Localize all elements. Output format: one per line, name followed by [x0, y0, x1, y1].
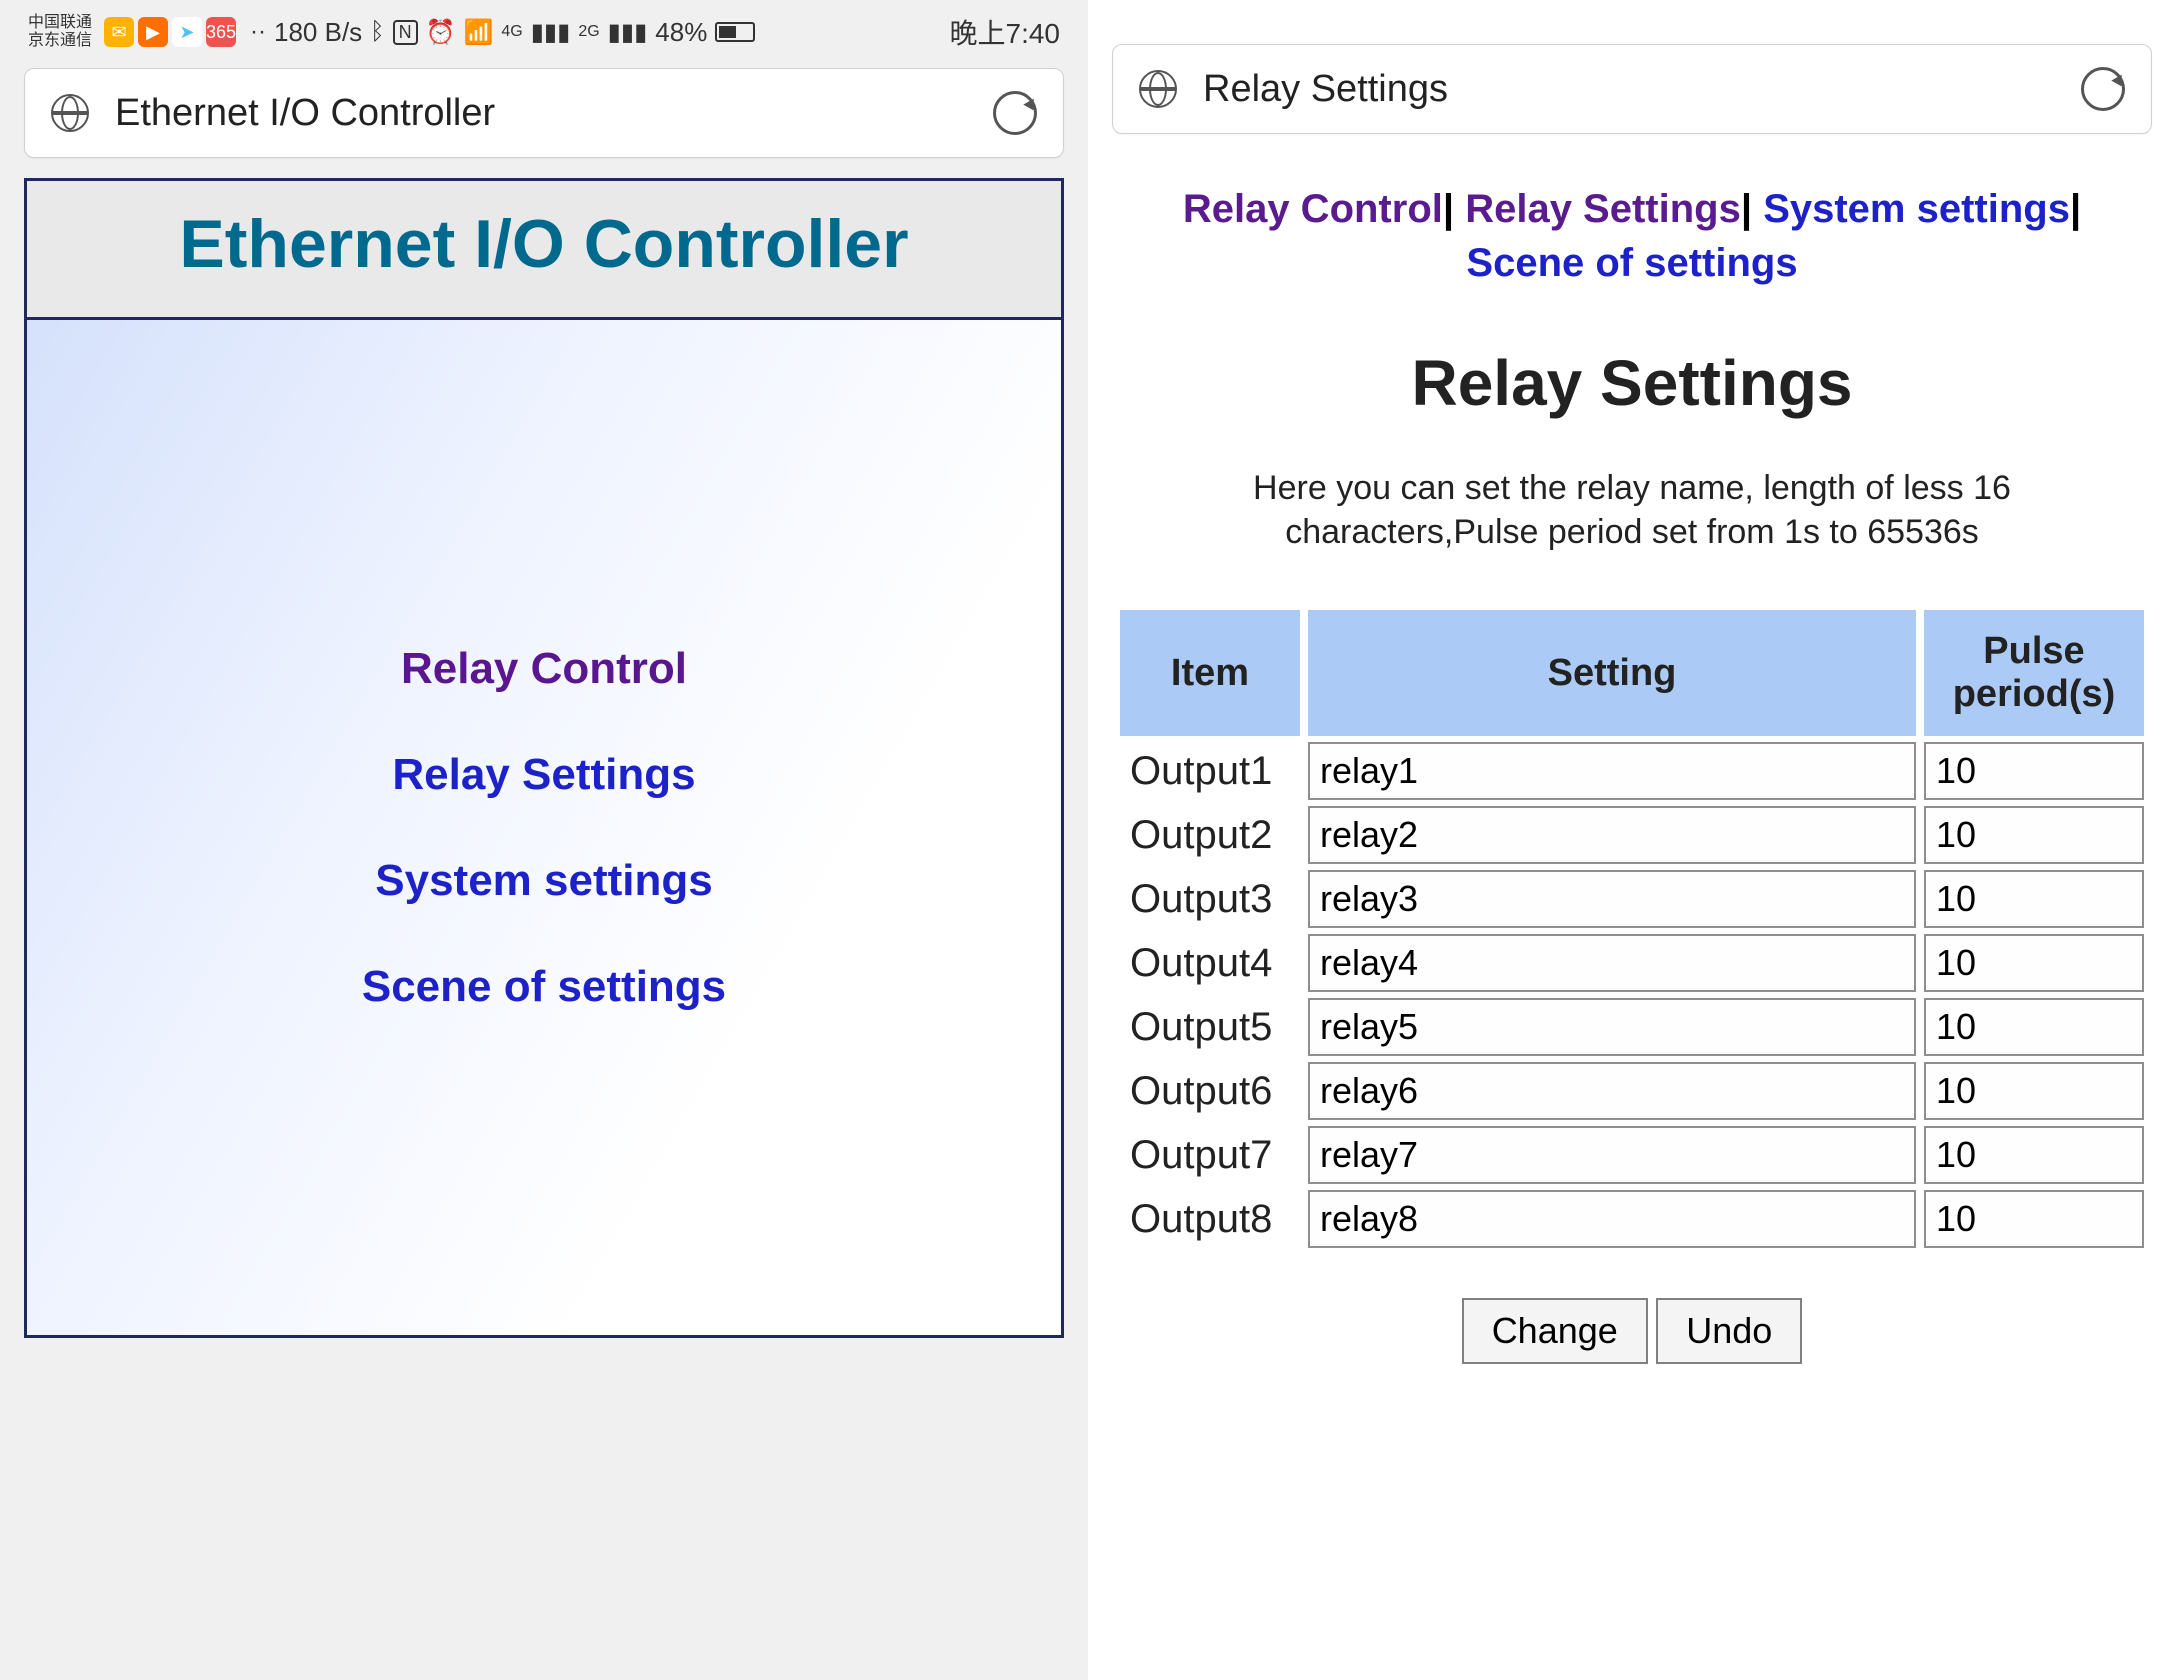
status-bar: 中国联通 京东通信 ✉ ▶ ➤ 365 ·· 180 B/s ᛒ N ⏰ 📶 4… [24, 10, 1064, 54]
col-item: Item [1120, 610, 1300, 736]
nfc-icon: N [393, 20, 418, 45]
col-pulse: Pulse period(s) [1924, 610, 2144, 736]
crumb-scene-settings[interactable]: Scene of settings [1466, 241, 1797, 285]
address-title-left: Ethernet I/O Controller [115, 92, 993, 135]
table-row: Output8 [1120, 1190, 2144, 1248]
table-row: Output6 [1120, 1062, 2144, 1120]
table-row: Output1 [1120, 742, 2144, 800]
pulse-period-input[interactable] [1924, 742, 2144, 800]
home-nav: Relay Control Relay Settings System sett… [27, 320, 1061, 1335]
crumb-relay-control[interactable]: Relay Control [1183, 187, 1443, 231]
nav-scene-settings[interactable]: Scene of settings [362, 962, 726, 1012]
relay-name-input[interactable] [1308, 1062, 1916, 1120]
breadcrumb-nav: Relay Control| Relay Settings| System se… [1112, 134, 2152, 290]
output-label: Output3 [1120, 870, 1300, 928]
relay-settings-table: Item Setting Pulse period(s) Output1 Outp… [1112, 604, 2152, 1254]
play-icon: ▶ [138, 17, 168, 47]
relay-name-input[interactable] [1308, 870, 1916, 928]
network-speed: 180 B/s [274, 17, 362, 48]
bluetooth-icon: ᛒ [370, 18, 384, 46]
table-row: Output7 [1120, 1126, 2144, 1184]
nav-sep: | [1443, 187, 1454, 231]
battery-text: 48% [655, 17, 707, 48]
alarm-icon: ⏰ [426, 18, 456, 47]
more-icon: ·· [250, 18, 266, 46]
undo-button[interactable]: Undo [1656, 1298, 1802, 1364]
carrier-2: 京东通信 [28, 32, 92, 50]
status-indicators: ·· 180 B/s ᛒ N ⏰ 📶 4G ▮▮▮ 2G ▮▮▮ 48% [250, 17, 941, 48]
output-label: Output7 [1120, 1126, 1300, 1184]
relay-name-input[interactable] [1308, 934, 1916, 992]
status-carriers: 中国联通 京东通信 [28, 14, 92, 50]
signal-2g: 2G [578, 23, 599, 41]
right-pane: Relay Settings Relay Control| Relay Sett… [1088, 0, 2176, 1680]
nav-relay-control[interactable]: Relay Control [401, 644, 687, 694]
relay-name-input[interactable] [1308, 806, 1916, 864]
carrier-1: 中国联通 [28, 14, 92, 32]
signal-bars-2-icon: ▮▮▮ [608, 18, 648, 47]
col-setting: Setting [1308, 610, 1916, 736]
form-buttons: Change Undo [1112, 1298, 2152, 1364]
table-row: Output2 [1120, 806, 2144, 864]
address-bar-right[interactable]: Relay Settings [1112, 44, 2152, 134]
nav-sep: | [1741, 187, 1752, 231]
pulse-period-input[interactable] [1924, 870, 2144, 928]
output-label: Output5 [1120, 998, 1300, 1056]
crumb-relay-settings[interactable]: Relay Settings [1465, 187, 1741, 231]
address-bar-left[interactable]: Ethernet I/O Controller [24, 68, 1064, 158]
pulse-period-input[interactable] [1924, 934, 2144, 992]
relay-name-input[interactable] [1308, 742, 1916, 800]
address-title-right: Relay Settings [1203, 68, 2081, 111]
signal-bars-1-icon: ▮▮▮ [531, 18, 571, 47]
calendar-icon: 365 [206, 17, 236, 47]
table-row: Output4 [1120, 934, 2144, 992]
relay-name-input[interactable] [1308, 998, 1916, 1056]
globe-icon [1139, 70, 1177, 108]
globe-icon [51, 94, 89, 132]
output-label: Output4 [1120, 934, 1300, 992]
relay-name-input[interactable] [1308, 1190, 1916, 1248]
left-pane: 中国联通 京东通信 ✉ ▶ ➤ 365 ·· 180 B/s ᛒ N ⏰ 📶 4… [0, 0, 1088, 1680]
output-label: Output2 [1120, 806, 1300, 864]
status-time: 晚上7:40 [950, 12, 1061, 52]
mail-icon: ✉ [104, 17, 134, 47]
status-app-icons: ✉ ▶ ➤ 365 [104, 17, 236, 47]
wifi-icon: 📶 [463, 18, 493, 47]
nav-sep: | [2070, 187, 2081, 231]
refresh-icon[interactable] [2081, 67, 2125, 111]
pulse-period-input[interactable] [1924, 998, 2144, 1056]
table-row: Output3 [1120, 870, 2144, 928]
change-button[interactable]: Change [1462, 1298, 1648, 1364]
battery-icon [715, 22, 755, 42]
pulse-period-input[interactable] [1924, 1190, 2144, 1248]
crumb-system-settings[interactable]: System settings [1763, 187, 2070, 231]
relay-settings-note: Here you can set the relay name, length … [1112, 466, 2152, 554]
refresh-icon[interactable] [993, 91, 1037, 135]
output-label: Output8 [1120, 1190, 1300, 1248]
page-title: Ethernet I/O Controller [27, 181, 1061, 320]
pulse-period-input[interactable] [1924, 1126, 2144, 1184]
table-row: Output5 [1120, 998, 2144, 1056]
relay-settings-heading: Relay Settings [1112, 346, 2152, 420]
home-card: Ethernet I/O Controller Relay Control Re… [24, 178, 1064, 1338]
pulse-period-input[interactable] [1924, 806, 2144, 864]
output-label: Output6 [1120, 1062, 1300, 1120]
output-label: Output1 [1120, 742, 1300, 800]
paperplane-icon: ➤ [172, 17, 202, 47]
nav-system-settings[interactable]: System settings [375, 856, 712, 906]
nav-relay-settings[interactable]: Relay Settings [392, 750, 695, 800]
relay-name-input[interactable] [1308, 1126, 1916, 1184]
pulse-period-input[interactable] [1924, 1062, 2144, 1120]
signal-4g: 4G [501, 23, 522, 41]
